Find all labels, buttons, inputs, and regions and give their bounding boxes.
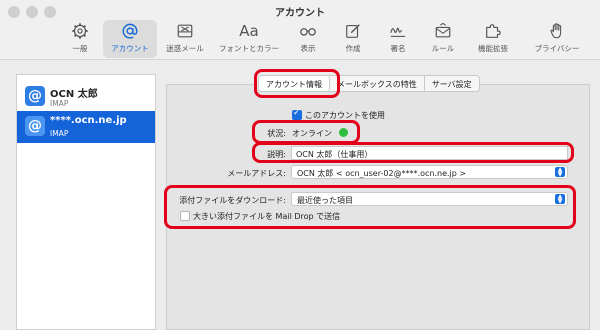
window-title: アカウント: [275, 8, 325, 19]
toolbar-viewing-button[interactable]: 表示: [286, 20, 330, 58]
font-aa-icon: Aa: [239, 22, 259, 40]
download-attachments-select[interactable]: 最近使った項目 ▲ ▼: [291, 192, 568, 206]
account-at-icon: @: [25, 116, 45, 136]
tab-mailbox-behaviors[interactable]: メールボックスの特性: [330, 76, 425, 91]
status-label: 状況:: [267, 129, 286, 138]
enable-account-checkbox[interactable]: [292, 108, 302, 120]
toolbar-label: フォントとカラー: [219, 44, 279, 53]
toolbar-general-button[interactable]: 一般: [58, 20, 102, 58]
tab-server-settings[interactable]: サーバ設定: [425, 76, 479, 91]
mail-drop-label: 大きい添付ファイルを Mail Drop で送信: [193, 212, 341, 221]
account-type: IMAP: [50, 99, 69, 108]
hand-icon: [545, 20, 569, 42]
select-arrows-icon: ▲ ▼: [555, 194, 565, 205]
at-sign-icon: [118, 20, 142, 42]
compose-icon: [341, 20, 365, 42]
toolbar-privacy-button[interactable]: プライバシー: [521, 20, 593, 58]
status-value: オンライン: [292, 129, 332, 138]
download-attachments-value: 最近使った項目: [297, 196, 353, 205]
toolbar-label: ルール: [431, 44, 455, 53]
online-status-dot: [339, 128, 348, 137]
toolbar-label: 機能拡張: [478, 44, 508, 53]
select-arrows-icon: ▲ ▼: [555, 167, 565, 178]
toolbar-label: 作成: [345, 44, 361, 53]
download-attachments-label: 添付ファイルをダウンロード:: [179, 196, 286, 205]
toolbar-label: 迷惑メール: [166, 44, 204, 53]
account-at-icon: @: [25, 86, 45, 106]
description-label: 説明:: [267, 150, 286, 159]
account-type: IMAP: [50, 129, 69, 138]
account-list: @ OCN 太郎 IMAP @ ****.ocn.ne.jp IMAP: [16, 74, 156, 330]
settings-tab-bar: アカウント情報 メールボックスの特性 サーバ設定: [258, 75, 480, 92]
toolbar-accounts-button[interactable]: アカウント: [103, 20, 157, 58]
tab-account-info[interactable]: アカウント情報: [259, 76, 330, 91]
title-bar: アカウント 一般 アカウント 迷惑メール Aa フォントとカラー 表示 作成 署…: [0, 0, 600, 60]
account-list-item-selected[interactable]: @ ****.ocn.ne.jp IMAP: [17, 111, 155, 143]
signature-icon: [386, 20, 410, 42]
mail-drop-checkbox[interactable]: [180, 211, 190, 221]
rules-envelope-icon: [431, 20, 455, 42]
glasses-icon: [296, 20, 320, 42]
preferences-toolbar: 一般 アカウント 迷惑メール Aa フォントとカラー 表示 作成 署名 ルール …: [58, 20, 594, 58]
description-field[interactable]: OCN 太郎（仕事用）: [291, 146, 568, 160]
account-list-item[interactable]: @ OCN 太郎 IMAP: [17, 81, 155, 113]
account-name: ****.ocn.ne.jp: [50, 115, 127, 126]
toolbar-label: 署名: [390, 44, 406, 53]
toolbar-label: 一般: [72, 44, 88, 53]
email-address-select[interactable]: OCN 太郎 < ocn_user-02@****.ocn.ne.jp > ▲ ▼: [291, 165, 568, 179]
preferences-window: アカウント 一般 アカウント 迷惑メール Aa フォントとカラー 表示 作成 署…: [0, 0, 600, 330]
enable-account-label: このアカウントを使用: [305, 111, 385, 120]
account-name: OCN 太郎: [50, 89, 98, 100]
toolbar-label: アカウント: [111, 44, 149, 53]
toolbar-junk-mail-button[interactable]: 迷惑メール: [158, 20, 212, 58]
email-address-label: メールアドレス:: [227, 169, 286, 178]
toolbar-label: 表示: [300, 44, 316, 53]
email-address-value: OCN 太郎 < ocn_user-02@****.ocn.ne.jp >: [297, 169, 467, 178]
toolbar-composing-button[interactable]: 作成: [331, 20, 375, 58]
toolbar-rules-button[interactable]: ルール: [421, 20, 465, 58]
junk-tray-icon: [173, 20, 197, 42]
gear-icon: [68, 20, 92, 42]
toolbar-label: プライバシー: [534, 44, 580, 53]
toolbar-extensions-button[interactable]: 機能拡張: [466, 20, 520, 58]
puzzle-icon: [481, 20, 505, 42]
toolbar-signatures-button[interactable]: 署名: [376, 20, 420, 58]
toolbar-fonts-colors-button[interactable]: Aa フォントとカラー: [213, 20, 285, 58]
